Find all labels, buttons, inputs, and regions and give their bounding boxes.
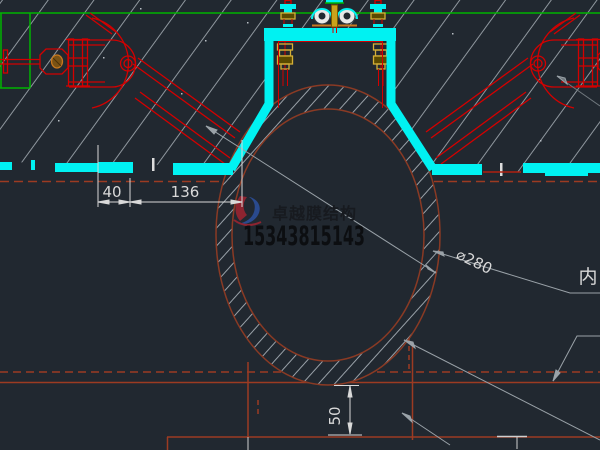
clamp-band-seg6 [523, 163, 600, 173]
cad-drawing: 卓越膜结构 15343815143 40 136 50 ⌀280 内 [0, 0, 600, 450]
dim-text-40: 40 [102, 183, 121, 201]
note-text-right-edge: 内 [578, 266, 597, 288]
clamp-top-bar [264, 28, 396, 41]
clamp-band-seg2 [55, 163, 98, 172]
clamp-band-seg4 [173, 163, 233, 175]
band-white-tick-left [152, 158, 155, 171]
clamp-band-seg3 [98, 162, 133, 173]
hatch-area-left [0, 0, 266, 166]
dim-text-136: 136 [171, 183, 200, 201]
clamp-band-seg7 [545, 173, 588, 176]
roller-left-hub [319, 13, 326, 20]
clamp-band-tick [31, 160, 35, 170]
center-bolt [332, 5, 338, 27]
clamp-band-seg5 [432, 164, 482, 175]
watermark-phone: 15343815143 [243, 221, 365, 252]
clamp-band-seg1 [0, 162, 12, 170]
band-white-tick-right [500, 163, 503, 176]
dim-text-50: 50 [326, 406, 344, 425]
roller-right-hub [344, 13, 351, 20]
cad-drawing-canvas: 卓越膜结构 15343815143 40 136 50 ⌀280 内 [0, 0, 600, 450]
